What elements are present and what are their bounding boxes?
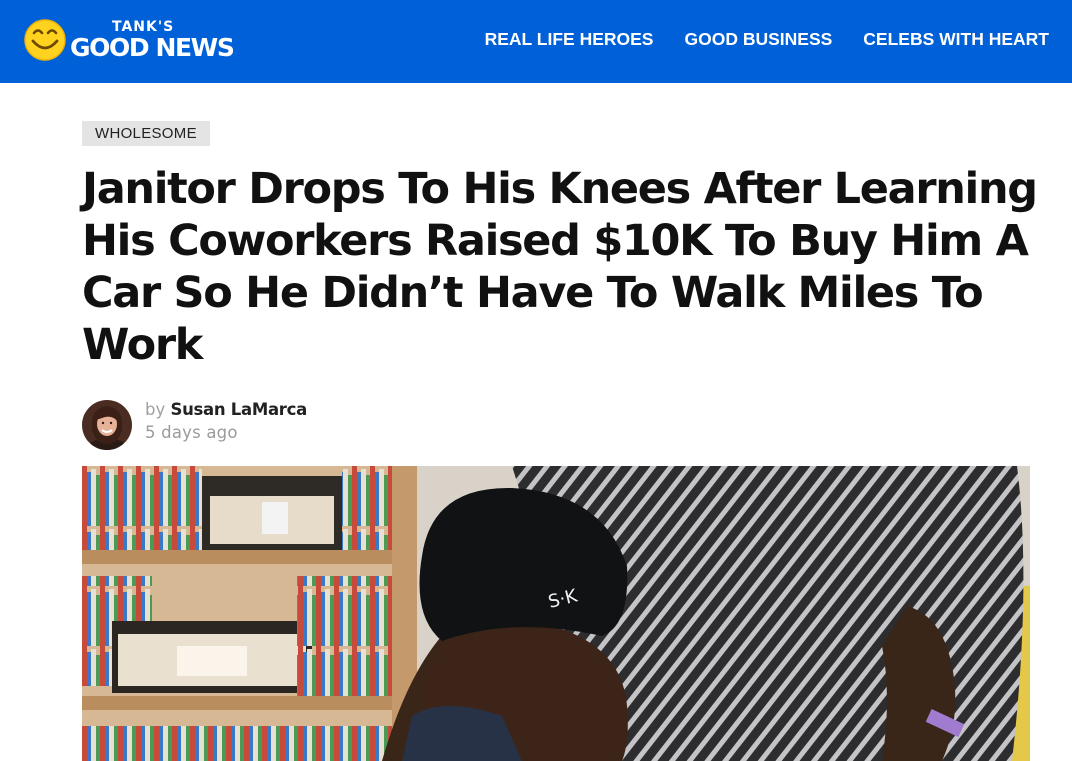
post-date: 5 days ago: [145, 423, 238, 442]
hero-image[interactable]: S·K: [82, 466, 1030, 761]
nav-real-life-heroes[interactable]: REAL LIFE HEROES: [485, 27, 654, 51]
photo-hug-classroom-icon: S·K: [82, 466, 1030, 761]
smiley-face-icon: [24, 19, 66, 61]
author-link[interactable]: Susan LaMarca: [171, 400, 308, 419]
byline-by: by: [145, 400, 166, 419]
logo-main-text: GOOD NEWS: [70, 33, 235, 62]
author-photo-icon: [82, 400, 132, 450]
nav-good-business[interactable]: GOOD BUSINESS: [684, 27, 832, 51]
site-header: TANK'S GOOD NEWS REAL LIFE HEROES GOOD B…: [0, 0, 1072, 83]
category-tag[interactable]: WHOLESOME: [82, 121, 210, 146]
logo-top-text: TANK'S: [112, 19, 175, 35]
main-nav: REAL LIFE HEROES GOOD BUSINESS CELEBS WI…: [477, 27, 1072, 51]
byline: by Susan LaMarca 5 days ago: [145, 398, 307, 444]
author-avatar[interactable]: [82, 400, 132, 450]
site-logo[interactable]: TANK'S GOOD NEWS: [24, 16, 235, 64]
article-title: Janitor Drops To His Knees After Learnin…: [82, 164, 1038, 370]
nav-celebs-with-heart[interactable]: CELEBS WITH HEART: [863, 27, 1049, 51]
